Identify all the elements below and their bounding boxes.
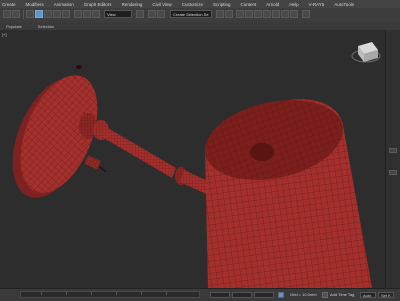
grid-label: Grid = 10.0mm — [290, 292, 317, 297]
select-by-name-icon[interactable] — [44, 10, 52, 18]
material-editor-icon[interactable] — [263, 10, 271, 18]
align-icon[interactable] — [225, 10, 233, 18]
coordinate-y-field[interactable] — [232, 292, 252, 298]
auto-key-button[interactable]: Auto — [360, 292, 376, 298]
schematic-view-icon[interactable] — [254, 10, 262, 18]
menu-item-modifiers[interactable]: Modifiers — [26, 2, 44, 7]
menu-item-v-ray5[interactable]: V-RAY5 — [309, 2, 325, 7]
reference-coordinate-dropdown[interactable]: View — [104, 10, 132, 18]
plate-screw[interactable] — [84, 155, 107, 173]
viewport-label[interactable]: [+] — [2, 32, 7, 37]
curve-editor-icon[interactable] — [245, 10, 253, 18]
menu-item-content[interactable]: Content — [241, 2, 257, 7]
mirror-icon[interactable] — [216, 10, 224, 18]
move-icon[interactable] — [74, 10, 82, 18]
viewport-canvas[interactable] — [0, 30, 385, 288]
panel-button[interactable] — [389, 148, 397, 153]
ribbon-tab-populate[interactable]: Populate — [6, 24, 22, 29]
panel-button[interactable] — [389, 170, 397, 175]
command-panel-strip — [385, 30, 400, 288]
vray-icon[interactable] — [302, 10, 310, 18]
menu-item-animation[interactable]: Animation — [54, 2, 74, 7]
rotate-icon[interactable] — [83, 10, 91, 18]
viewcube[interactable] — [351, 42, 381, 63]
ribbon-tabs: Populate Selection — [0, 22, 400, 30]
snap-icon[interactable] — [148, 10, 156, 18]
time-slider[interactable] — [20, 291, 200, 298]
lamp-shade[interactable] — [198, 88, 372, 288]
menu-item-autotools[interactable]: AutoTools — [334, 2, 354, 7]
pivot-icon[interactable] — [136, 10, 144, 18]
link-icon[interactable] — [26, 10, 34, 18]
add-time-tag-label[interactable]: Add Time Tag — [330, 292, 354, 298]
coordinate-z-field[interactable] — [254, 292, 274, 298]
main-toolbar: View Create Selection Se — [0, 8, 400, 23]
render-frame-icon[interactable] — [281, 10, 289, 18]
coordinate-x-field[interactable] — [210, 292, 230, 298]
undo-icon[interactable] — [3, 10, 11, 18]
render-setup-icon[interactable] — [272, 10, 280, 18]
menu-item-customize[interactable]: Customize — [182, 2, 203, 7]
lock-icon[interactable] — [278, 292, 284, 298]
perspective-viewport[interactable]: [+] — [0, 30, 385, 288]
menu-item-arnold[interactable]: Arnold — [266, 2, 279, 7]
menu-item-create[interactable]: Create — [2, 2, 16, 7]
menu-item-civil-view[interactable]: Civil View — [152, 2, 171, 7]
scale-icon[interactable] — [92, 10, 100, 18]
ribbon-tab-selection[interactable]: Selection — [38, 24, 54, 29]
toolbar-separator — [23, 10, 24, 19]
menu-item-help[interactable]: Help — [289, 2, 298, 7]
time-tag-icon[interactable] — [322, 292, 328, 298]
render-icon[interactable] — [290, 10, 298, 18]
named-selection-set-input[interactable]: Create Selection Se — [170, 10, 212, 18]
layer-icon[interactable] — [236, 10, 244, 18]
angle-snap-icon[interactable] — [157, 10, 165, 18]
status-bar: Grid = 10.0mm Add Time Tag Auto Set K — [0, 288, 400, 301]
arm-rod[interactable] — [102, 127, 176, 178]
menu-bar: Create Modifiers Animation Graph Editors Ren… — [0, 0, 400, 8]
menu-item-rendering[interactable]: Rendering — [122, 2, 143, 7]
swivel-joint[interactable] — [175, 167, 210, 194]
redo-icon[interactable] — [12, 10, 20, 18]
window-crossing-icon[interactable] — [62, 10, 70, 18]
set-key-button[interactable]: Set K — [378, 292, 394, 298]
menu-item-graph-editors[interactable]: Graph Editors — [84, 2, 112, 7]
select-object-icon[interactable] — [35, 10, 43, 18]
select-region-icon[interactable] — [53, 10, 61, 18]
menu-item-scripting[interactable]: Scripting — [213, 2, 231, 7]
